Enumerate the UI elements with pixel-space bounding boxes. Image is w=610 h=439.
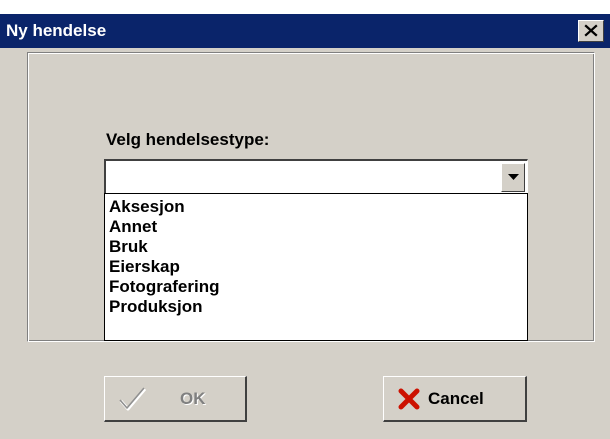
ok-button-label: OK — [180, 389, 206, 408]
red-x-icon — [398, 388, 420, 410]
dropdown-arrow-icon — [508, 174, 519, 180]
title-bar[interactable]: Ny hendelse — [0, 14, 610, 48]
cancel-button-label: Cancel — [428, 389, 484, 408]
event-type-label: Velg hendelsestype: — [106, 130, 270, 149]
list-item-aksesjon[interactable]: Aksesjon — [105, 197, 527, 217]
checkmark-icon — [119, 387, 147, 411]
cancel-button[interactable]: Cancel — [383, 376, 527, 422]
ok-button[interactable]: OK — [104, 376, 247, 422]
list-item-eierskap[interactable]: Eierskap — [105, 257, 527, 277]
list-item-bruk[interactable]: Bruk — [105, 237, 527, 257]
window-title: Ny hendelse — [6, 21, 107, 40]
list-item-fotografering[interactable]: Fotografering — [105, 277, 527, 297]
list-item-produksjon[interactable]: Produksjon — [105, 297, 527, 317]
close-x-icon — [584, 24, 598, 37]
event-type-combobox[interactable] — [104, 159, 528, 195]
event-type-dropdown-list[interactable]: Aksesjon Annet Bruk Eierskap Fotograferi… — [104, 193, 528, 341]
close-button[interactable] — [578, 20, 604, 42]
list-item-annet[interactable]: Annet — [105, 217, 527, 237]
dropdown-arrow-button[interactable] — [501, 163, 525, 192]
